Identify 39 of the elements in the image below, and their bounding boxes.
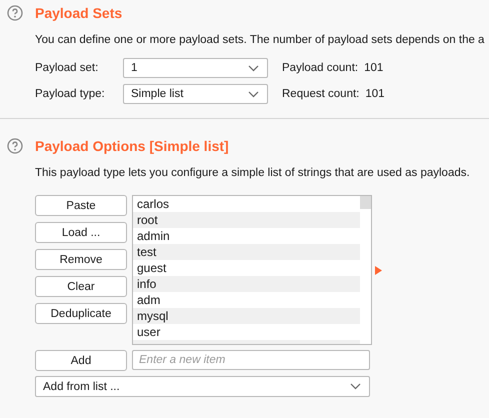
- list-item[interactable]: admin: [133, 228, 360, 244]
- list-button[interactable]: Paste: [35, 195, 127, 216]
- new-item-field[interactable]: Enter a new item: [132, 350, 370, 370]
- field-label: Payload type:: [35, 88, 106, 100]
- help-icon: [7, 138, 23, 154]
- list-button[interactable]: Deduplicate: [35, 303, 127, 324]
- info-value: 101: [365, 88, 385, 100]
- description-text: You can define one or more payload sets. The number of payload sets depends on the a: [35, 33, 486, 48]
- list-item[interactable]: root: [133, 212, 360, 228]
- dropdown[interactable]: 1: [123, 58, 268, 78]
- section-title: Payload Options [Simple list]: [35, 138, 229, 154]
- chevron-down-icon: [248, 90, 259, 98]
- scrollbar-thumb[interactable]: [360, 196, 371, 209]
- list-item[interactable]: adm: [133, 292, 360, 308]
- dropdown[interactable]: Simple list: [123, 84, 268, 104]
- chevron-down-icon: [248, 64, 259, 72]
- list-item[interactable]: guest: [133, 260, 360, 276]
- add-button[interactable]: Add: [35, 350, 127, 371]
- chevron-down-icon: [350, 383, 361, 390]
- list-item[interactable]: user: [133, 324, 360, 340]
- info-label: Payload count:: [282, 62, 358, 74]
- list-item[interactable]: test: [133, 244, 360, 260]
- field-label: Payload set:: [35, 62, 100, 74]
- dropdown-value: 1: [131, 62, 138, 74]
- list-item[interactable]: info: [133, 276, 360, 292]
- list-item[interactable]: carlos: [133, 196, 360, 212]
- list-button[interactable]: Remove: [35, 249, 127, 270]
- list-button[interactable]: Clear: [35, 276, 127, 297]
- section-title: Payload Sets: [35, 5, 122, 21]
- dropdown-value: Simple list: [131, 88, 184, 100]
- description-text: This payload type lets you configure a simple list of strings that are used as payloads.: [35, 166, 471, 181]
- info-label: Request count:: [282, 88, 360, 100]
- dropdown-value: Add from list ...: [43, 380, 120, 392]
- help-icon: [7, 5, 23, 21]
- triangle-right-icon: [375, 266, 382, 274]
- add-from-list-dropdown[interactable]: Add from list ...: [35, 376, 370, 397]
- list-button[interactable]: Load ...: [35, 222, 127, 243]
- list-item[interactable]: mysql: [133, 308, 360, 324]
- info-value: 101: [364, 62, 384, 74]
